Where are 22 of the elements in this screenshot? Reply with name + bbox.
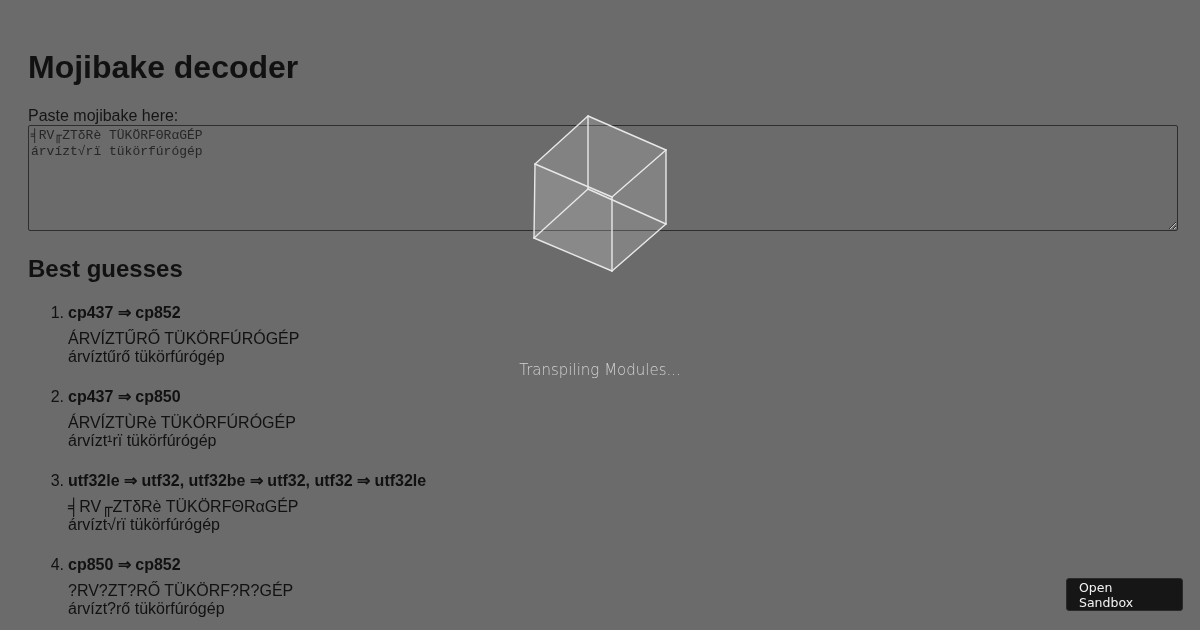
encoding-pair: utf32le ⇒ utf32, utf32be ⇒ utf32, utf32 ⇒ utf32le xyxy=(68,472,427,490)
decoded-text: ÁRVÍZTÙRè TÜKÖRFÚRÓGÉP xyxy=(68,414,296,432)
decoded-text: ?RV?ZT?RŐ TÜKÖRF?R?GÉP xyxy=(68,582,294,600)
list-number: 1. xyxy=(50,304,65,322)
section-heading: Best guesses xyxy=(28,255,183,283)
list-number: 4. xyxy=(50,556,65,574)
decoded-text: ╡RV╓ZTδRè TÜKÖRFΘRαGÉP xyxy=(68,498,299,516)
decoded-text: árvíztűrő tükörfúrógép xyxy=(68,348,225,366)
list-number: 2. xyxy=(50,388,65,406)
decoded-text: árvízt?rő tükörfúrógép xyxy=(68,600,225,618)
loading-message: Transpiling Modules... xyxy=(519,361,681,379)
page-title: Mojibake decoder xyxy=(28,49,299,86)
decoded-text: árvízt√rï tükörfúrógép xyxy=(68,516,220,534)
encoding-pair: cp437 ⇒ cp852 xyxy=(68,304,181,322)
encoding-pair: cp850 ⇒ cp852 xyxy=(68,556,181,574)
decoded-text: ÁRVÍZTŰRŐ TÜKÖRFÚRÓGÉP xyxy=(68,330,300,348)
decoded-text: árvízt¹rï tükörfúrógép xyxy=(68,432,217,450)
encoding-pair: cp437 ⇒ cp850 xyxy=(68,388,181,406)
open-sandbox-button[interactable]: Open Sandbox xyxy=(1066,578,1183,611)
cube-icon xyxy=(532,114,669,274)
list-number: 3. xyxy=(50,472,65,490)
input-label: Paste mojibake here: xyxy=(28,107,179,125)
